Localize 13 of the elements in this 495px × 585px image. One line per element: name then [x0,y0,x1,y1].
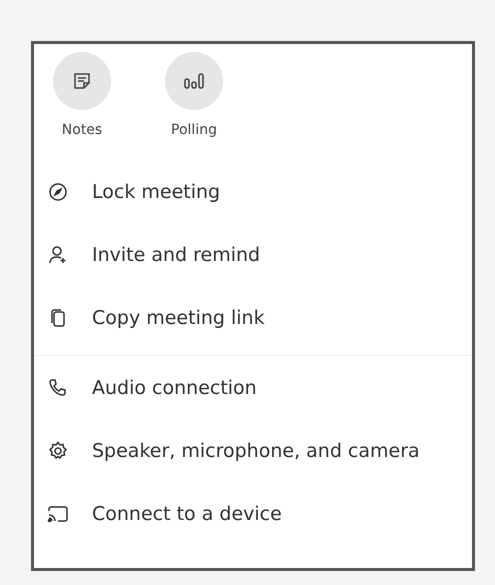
compass-icon [48,182,68,202]
phone-icon [48,378,68,398]
menu-item[interactable]: Lock meeting [34,160,472,223]
note-icon [72,71,92,91]
bar-chart-icon [183,71,205,91]
menu-item[interactable]: Copy meeting link [34,286,472,349]
menu-item[interactable]: Speaker, microphone, and camera [34,419,472,482]
person-add-icon [48,244,68,264]
cast-icon [47,504,69,522]
menu-item[interactable]: Invite and remind [34,223,472,286]
menu-item[interactable]: Connect to a device [34,482,472,545]
settings-icon [48,440,68,460]
menu-item[interactable]: Audio connection [34,356,472,419]
